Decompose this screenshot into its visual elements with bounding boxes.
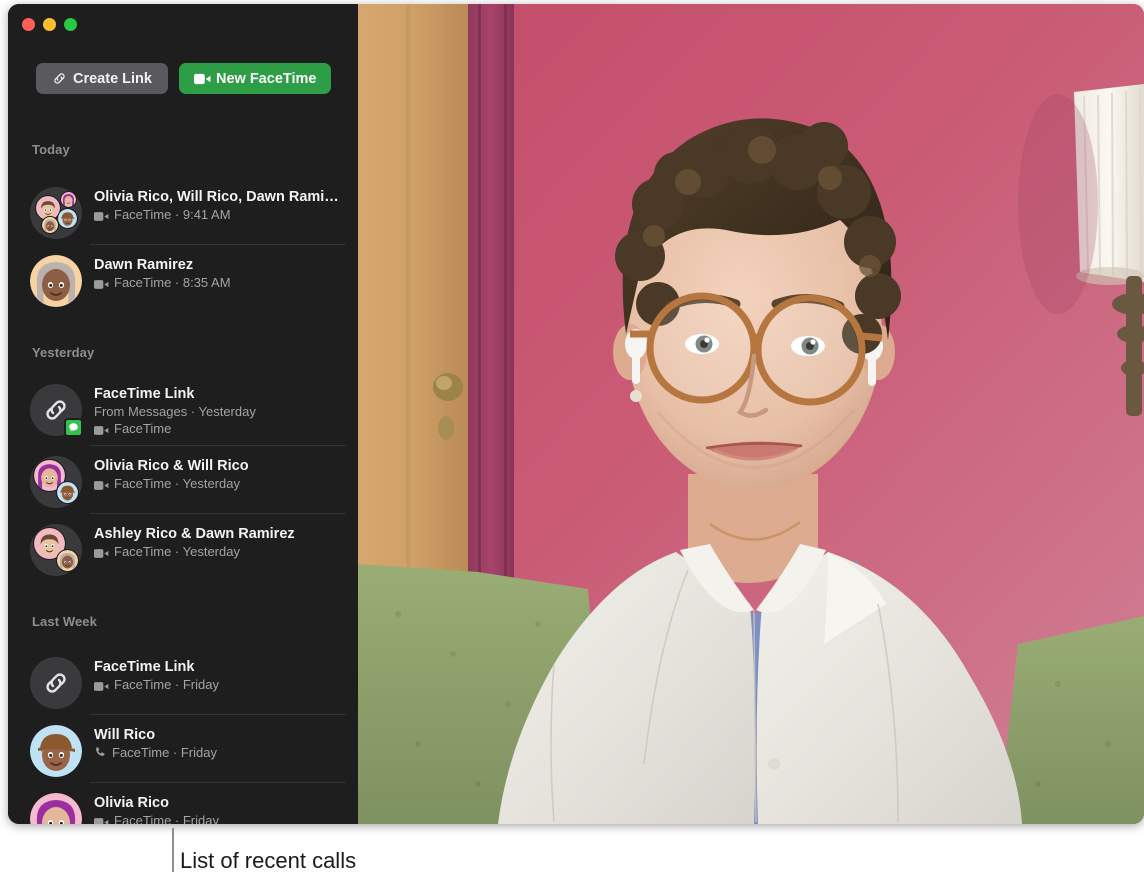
facetime-link-avatar — [30, 657, 82, 709]
call-meta-text: FaceTime · Friday — [114, 813, 219, 824]
zoom-button[interactable] — [64, 18, 77, 31]
call-meta-text: FaceTime · 9:41 AM — [114, 207, 231, 222]
call-avatar — [30, 456, 82, 508]
avatar-memoji-will — [56, 481, 79, 504]
video-camera-icon — [94, 679, 109, 691]
call-avatar — [30, 187, 82, 239]
call-list-item[interactable]: FaceTime Link FaceTime · Friday — [8, 647, 358, 715]
recent-calls-list[interactable]: Today Olivia Rico, Will Rico, Dawn Rami… F… — [8, 114, 358, 824]
link-icon — [52, 71, 67, 86]
caption-label: List of recent calls — [180, 848, 357, 873]
sidebar-toolbar: Create Link New FaceTime — [36, 63, 332, 94]
create-link-label: Create Link — [73, 70, 152, 87]
screenshot-root: Create Link New FaceTime Today Olivia Ric… — [0, 0, 1144, 888]
call-avatar — [30, 793, 82, 824]
video-preview[interactable] — [358, 4, 1144, 824]
call-list-item[interactable]: Olivia Rico FaceTime · Friday — [8, 783, 358, 824]
call-title: Will Rico — [94, 727, 156, 743]
call-title: FaceTime Link — [94, 659, 195, 675]
call-meta-line: FaceTime · 8:35 AM — [94, 274, 346, 291]
call-meta-line: FaceTime — [94, 420, 346, 437]
call-avatar — [30, 255, 82, 307]
call-title: Dawn Ramirez — [94, 257, 194, 273]
call-avatar — [30, 657, 82, 709]
call-meta-line: FaceTime · 9:41 AM — [94, 206, 346, 223]
call-meta-text: FaceTime · 8:35 AM — [114, 275, 231, 290]
call-meta-line: FaceTime · Friday — [94, 744, 346, 761]
call-text-block: Olivia Rico & Will Rico FaceTime · Yester… — [94, 454, 346, 492]
section-header-yesterday: Yesterday — [32, 345, 95, 360]
avatar-memoji-olivia — [30, 793, 82, 824]
new-facetime-label: New FaceTime — [215, 70, 317, 87]
call-meta-text: FaceTime · Friday — [114, 677, 219, 692]
close-button[interactable] — [22, 18, 35, 31]
call-text-block: FaceTime Link From Messages · Yesterday Fa… — [94, 382, 346, 437]
call-text-block: Olivia Rico, Will Rico, Dawn Rami… FaceTi… — [94, 185, 346, 223]
self-view-image — [358, 4, 1144, 824]
call-title: Olivia Rico, Will Rico, Dawn Rami… — [94, 189, 339, 205]
avatar-memoji-will — [30, 725, 82, 777]
call-list-item[interactable]: Dawn Ramirez FaceTime · 8:35 AM — [8, 245, 358, 313]
messages-app-badge-icon — [64, 418, 83, 437]
call-meta-line: FaceTime · Friday — [94, 676, 346, 693]
call-avatar — [30, 524, 82, 576]
call-text-block: Ashley Rico & Dawn Ramirez FaceTime · Yes… — [94, 522, 346, 560]
group-avatar — [30, 456, 82, 508]
call-title: Olivia Rico — [94, 795, 169, 811]
callout-leader-line — [172, 828, 174, 872]
call-text-block: FaceTime Link FaceTime · Friday — [94, 655, 346, 693]
call-meta-text: FaceTime · Friday — [112, 745, 217, 760]
call-text-block: Olivia Rico FaceTime · Friday — [94, 791, 346, 824]
minimize-button[interactable] — [43, 18, 56, 31]
call-meta-line: FaceTime · Yesterday — [94, 475, 346, 492]
call-avatar — [30, 725, 82, 777]
group-avatar — [30, 524, 82, 576]
call-meta-text: FaceTime — [114, 421, 172, 436]
call-title: FaceTime Link — [94, 386, 195, 402]
call-avatar — [30, 384, 83, 437]
call-list-item[interactable]: Ashley Rico & Dawn Ramirez FaceTime · Yes… — [8, 514, 358, 582]
section-header-last-week: Last Week — [32, 614, 97, 629]
call-source-line: From Messages · Yesterday — [94, 403, 346, 420]
call-meta-text: FaceTime · Yesterday — [114, 544, 240, 559]
video-frame — [358, 4, 1144, 824]
call-text-block: Will Rico FaceTime · Friday — [94, 723, 346, 761]
section-header-today: Today — [32, 142, 70, 157]
avatar-memoji-dawn — [30, 255, 82, 307]
call-title: Olivia Rico & Will Rico — [94, 458, 249, 474]
video-camera-icon — [193, 73, 211, 85]
call-list-item[interactable]: Will Rico FaceTime · Friday — [8, 715, 358, 783]
video-camera-icon — [94, 423, 109, 435]
video-camera-icon — [94, 277, 109, 289]
call-list-item[interactable]: Olivia Rico & Will Rico FaceTime · Yester… — [8, 446, 358, 514]
call-meta-line: FaceTime · Yesterday — [94, 543, 346, 560]
avatar-memoji-dawn — [56, 549, 79, 572]
create-link-button[interactable]: Create Link — [36, 63, 168, 94]
avatar-memoji-small-2 — [57, 208, 78, 229]
new-facetime-button[interactable]: New FaceTime — [178, 63, 332, 94]
window-traffic-lights — [22, 18, 77, 31]
call-list-item[interactable]: FaceTime Link From Messages · Yesterday Fa… — [8, 378, 358, 446]
facetime-window: Create Link New FaceTime Today Olivia Ric… — [8, 4, 1144, 824]
call-meta-text: FaceTime · Yesterday — [114, 476, 240, 491]
call-meta-line: FaceTime · Friday — [94, 812, 346, 824]
video-camera-icon — [94, 478, 109, 490]
avatar-memoji-small-1 — [60, 191, 77, 208]
video-camera-icon — [94, 815, 109, 824]
call-list-item[interactable]: Olivia Rico, Will Rico, Dawn Rami… FaceTi… — [8, 177, 358, 245]
video-camera-icon — [94, 546, 109, 558]
call-text-block: Dawn Ramirez FaceTime · 8:35 AM — [94, 253, 346, 291]
phone-icon — [94, 746, 107, 759]
avatar-memoji-small-3 — [41, 216, 59, 234]
video-camera-icon — [94, 209, 109, 221]
call-source-text: From Messages · Yesterday — [94, 404, 256, 419]
group-avatar — [30, 187, 82, 239]
sidebar: Create Link New FaceTime Today Olivia Ric… — [8, 4, 358, 824]
call-title: Ashley Rico & Dawn Ramirez — [94, 526, 295, 542]
